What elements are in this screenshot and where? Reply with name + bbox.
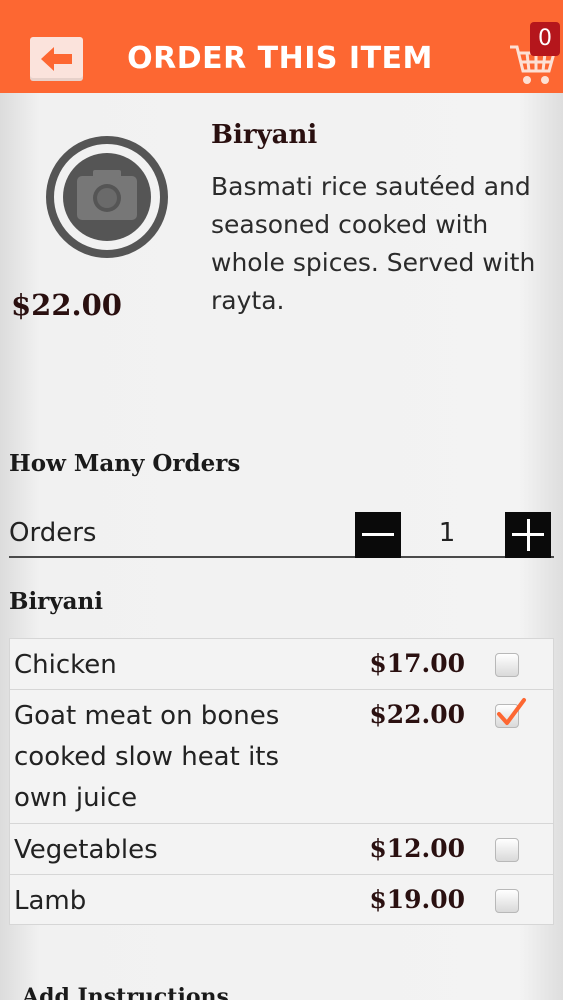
option-row-lamb[interactable]: Lamb $19.00 [9,874,554,925]
option-list: Chicken $17.00 Goat meat on bones cooked… [9,638,554,925]
item-description: Basmati rice sautéed and seasoned cooked… [211,172,536,315]
option-name: Lamb [14,886,87,916]
orders-label: Orders [9,518,97,548]
checkmark-icon [497,698,526,725]
option-checkbox[interactable] [495,698,526,728]
quantity-value: 1 [438,518,456,548]
camera-icon [46,136,168,258]
cart-count-badge: 0 [530,22,560,56]
add-instructions-heading[interactable]: Add Instructions [22,984,229,1000]
back-arrow-icon [41,47,72,71]
option-price: $17.00 [369,649,465,678]
option-name: Vegetables [14,835,158,865]
option-checkbox[interactable] [495,653,519,677]
page-title: ORDER THIS ITEM [127,41,433,76]
app-header: ORDER THIS ITEM 0 [0,0,563,93]
option-name: Goat meat on bones cooked slow heat its … [14,701,280,813]
back-button[interactable] [30,37,83,81]
option-name: Chicken [14,650,117,680]
quantity-heading: How Many Orders [9,450,241,477]
option-price: $22.00 [369,700,465,729]
options-heading: Biryani [9,588,104,615]
option-row-chicken[interactable]: Chicken $17.00 [9,638,554,689]
decrease-button[interactable] [355,512,401,558]
orders-stepper: Orders 1 [9,508,554,558]
item-name: Biryani [211,120,318,150]
minus-icon [362,533,394,536]
option-price: $19.00 [369,885,465,914]
option-row-vegetables[interactable]: Vegetables $12.00 [9,823,554,874]
increase-button[interactable] [505,512,551,558]
option-checkbox[interactable] [495,889,519,913]
option-checkbox[interactable] [495,838,519,862]
option-row-goat[interactable]: Goat meat on bones cooked slow heat its … [9,689,554,823]
option-price: $12.00 [369,834,465,863]
item-price: $22.00 [11,288,122,322]
